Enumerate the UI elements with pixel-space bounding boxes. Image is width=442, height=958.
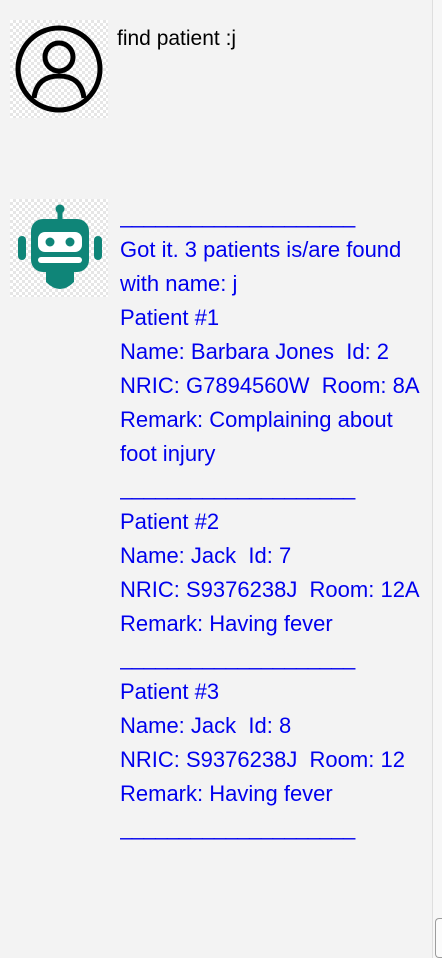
patient-header: Patient #1 [120,305,220,330]
separator-line: ____________________ [120,815,355,840]
scrollbar-thumb[interactable] [435,918,442,958]
patient-name: Name: Jack Id: 7 [120,543,292,568]
user-message: find patient :j [117,27,237,50]
patient-remark: Remark: Complaining about foot injury [120,407,399,466]
bot-avatar [10,199,108,297]
user-circle-icon [15,25,103,113]
patient-nric-room: NRIC: G7894560W Room: 8A [120,373,420,398]
robot-icon [18,204,102,289]
chat-panel: find patient :j ____________________ Got… [0,0,432,958]
patient-remark: Remark: Having fever [120,611,333,636]
patient-entry-3: Patient #3 Name: Jack Id: 8 NRIC: S93762… [120,675,425,811]
patient-header: Patient #3 [120,679,220,704]
patient-nric-room: NRIC: S9376238J Room: 12A [120,577,420,602]
user-avatar [10,20,108,118]
patient-nric-room: NRIC: S9376238J Room: 12 [120,747,405,772]
separator-line: ____________________ [120,475,355,500]
result-summary: Got it. 3 patients is/are found with nam… [120,237,408,296]
patient-header: Patient #2 [120,509,220,534]
patient-name: Name: Jack Id: 8 [120,713,292,738]
separator-line: ____________________ [120,645,355,670]
patient-entry-2: Patient #2 Name: Jack Id: 7 NRIC: S93762… [120,505,425,641]
patient-name: Name: Barbara Jones Id: 2 [120,339,390,364]
vertical-scrollbar[interactable] [432,0,442,958]
patient-remark: Remark: Having fever [120,781,333,806]
separator-line: ____________________ [120,203,355,228]
bot-message: ____________________ Got it. 3 patients … [120,199,425,845]
patient-entry-1: Patient #1 Name: Barbara Jones Id: 2 NRI… [120,301,425,471]
